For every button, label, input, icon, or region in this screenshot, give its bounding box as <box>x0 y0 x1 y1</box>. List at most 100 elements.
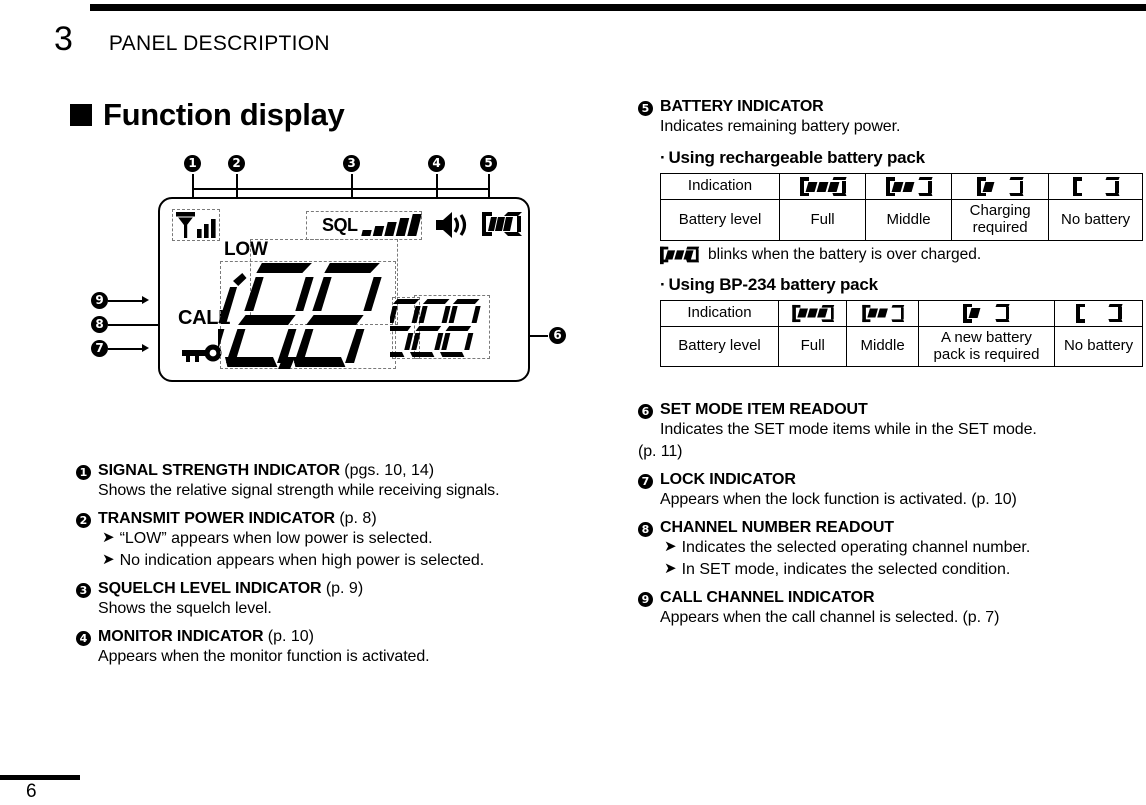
item-8-number: 8 <box>638 522 653 538</box>
item-8-bullet-1-text: Indicates the selected operating channel… <box>681 539 1031 557</box>
leader-arrow-9 <box>142 295 149 304</box>
table-1-heading-label: Using rechargeable battery pack <box>668 148 925 168</box>
table-row: Battery level Full Middle Charging requi… <box>659 199 1143 241</box>
item-2-heading: 2 TRANSMIT POWER INDICATOR (p. 8) <box>76 510 616 529</box>
item-8-bullet-2: ➤ In SET mode, indicates the selected co… <box>664 559 1143 580</box>
item-3-heading: 3 SQUELCH LEVEL INDICATOR (p. 9) <box>76 580 616 598</box>
callout-2: 2 <box>228 155 245 172</box>
battery-note: blinks when the battery is over charged. <box>660 246 1143 265</box>
item-1-page: (pgs. 10, 14) <box>344 462 435 479</box>
item-4-title: MONITOR INDICATOR <box>98 628 264 646</box>
item-9-number: 9 <box>638 591 653 607</box>
left-item-list: 1 SIGNAL STRENGTH INDICATOR (pgs. 10, 14… <box>76 462 616 667</box>
battery-glyph-1cell <box>977 177 1024 197</box>
battery-glyph-2cell <box>861 304 904 322</box>
item-8-title: CHANNEL NUMBER READOUT <box>660 519 894 537</box>
left-column: 1 2 3 4 5 6 7 8 9 LOW SQL CALL 1 SIGNAL … <box>76 155 616 676</box>
table-2-level-newpack: A new battery pack is required <box>917 325 1056 368</box>
item-1-heading: 1 SIGNAL STRENGTH INDICATOR (pgs. 10, 14… <box>76 462 616 480</box>
table-2-indication-full <box>777 299 848 327</box>
table-2-heading-label: Using BP-234 battery pack <box>668 274 878 294</box>
item-6: 6 SET MODE ITEM READOUT Indicates the SE… <box>638 401 1143 462</box>
battery-table-bp234: Indication Battery level Full Middle A n… <box>660 299 1143 368</box>
squelch-level-icon: SQL <box>308 212 422 239</box>
item-5-desc: Indicates remaining battery power. <box>660 118 901 135</box>
item-4-number: 4 <box>76 631 91 647</box>
callout-8: 8 <box>91 316 108 333</box>
item-4-heading: 4 MONITOR INDICATOR (p. 10) <box>76 628 616 647</box>
battery-glyph-2cell <box>885 177 933 197</box>
table-1-level-full: Full <box>779 199 867 241</box>
item-9-desc: Appears when the call channel is selecte… <box>660 608 1000 626</box>
item-2-bullet-2: ➤ No indication appears when high power … <box>102 550 616 571</box>
footer-rule <box>0 775 80 780</box>
table-1-row-label-level: Battery level <box>659 199 781 241</box>
item-8-bullet-2-text: In SET mode, indicates the selected cond… <box>681 560 1011 578</box>
table-2-level-none: No battery <box>1054 325 1143 368</box>
page-number: 6 <box>26 781 37 802</box>
item-9: 9 CALL CHANNEL INDICATOR Appears when th… <box>638 589 1143 628</box>
table-2-row-label-indication: Indication <box>660 299 779 327</box>
item-5-heading: 5 BATTERY INDICATOR <box>638 98 1143 116</box>
table-1-level-none: No battery <box>1048 199 1143 241</box>
item-7-number: 7 <box>638 473 653 489</box>
battery-glyph-3cell <box>799 177 847 197</box>
chapter-header: 3 PANEL DESCRIPTION <box>54 20 330 59</box>
callout-5: 5 <box>480 155 497 172</box>
right-item-list: 6 SET MODE ITEM READOUT Indicates the SE… <box>638 401 1143 628</box>
signal-strength-icon <box>176 212 220 244</box>
sql-label: SQL <box>322 215 358 235</box>
table-row: Battery level Full Middle A new battery … <box>660 325 1143 368</box>
chapter-number: 3 <box>54 20 73 58</box>
battery-indicator-icon <box>482 212 524 241</box>
item-6-desc: Indicates the SET mode items while in th… <box>660 421 1037 439</box>
item-9-title: CALL CHANNEL INDICATOR <box>660 588 875 606</box>
section-heading: Function display <box>70 97 345 133</box>
item-7: 7 LOCK INDICATOR Appears when the lock f… <box>638 471 1143 510</box>
item-3-desc: Shows the squelch level. <box>98 599 272 617</box>
item-3-title: SQUELCH LEVEL INDICATOR <box>98 579 322 597</box>
monitor-speaker-icon <box>436 211 472 244</box>
item-2-page: (p. 8) <box>339 510 377 528</box>
battery-glyph-note <box>660 247 700 265</box>
table-2-indication-middle <box>846 299 919 327</box>
item-6-heading: 6 SET MODE ITEM READOUT <box>638 401 1143 420</box>
table-row: Indication <box>659 173 1143 201</box>
item-7-title: LOCK INDICATOR <box>660 470 796 488</box>
item-6-desc2: (p. 11) <box>638 442 683 460</box>
item-4-desc: Appears when the monitor function is act… <box>98 648 430 666</box>
item-1: 1 SIGNAL STRENGTH INDICATOR (pgs. 10, 14… <box>76 462 616 501</box>
table-2-indication-empty <box>1054 299 1143 327</box>
table-1-level-middle: Middle <box>865 199 953 241</box>
table-1-row-label-indication: Indication <box>659 173 781 201</box>
leader-line-7 <box>108 348 144 350</box>
table-1-indication-empty <box>1048 173 1143 201</box>
item-6-number: 6 <box>638 404 653 420</box>
item-2-bullet-2-text: No indication appears when high power is… <box>119 551 485 569</box>
callout-9: 9 <box>91 292 108 309</box>
callout-6: 6 <box>549 327 566 344</box>
table-row: Indication <box>660 299 1143 327</box>
arrow-right-icon: ➤ <box>102 549 115 568</box>
table-2-heading: · Using BP-234 battery pack <box>660 275 1143 295</box>
chapter-title: PANEL DESCRIPTION <box>108 32 330 55</box>
leader-bus-top <box>192 188 488 190</box>
callout-1: 1 <box>184 155 201 172</box>
callout-7: 7 <box>91 340 108 357</box>
function-display-figure: 1 2 3 4 5 6 7 8 9 LOW SQL CALL <box>76 155 616 425</box>
section-heading-label: Function display <box>103 97 345 132</box>
item-6-title: SET MODE ITEM READOUT <box>660 401 868 419</box>
leader-arrow-7 <box>142 343 149 352</box>
main-readout <box>205 237 400 371</box>
table-1-indication-middle <box>865 173 953 201</box>
arrow-right-icon: ➤ <box>664 558 677 577</box>
dot-bullet-icon: · <box>660 274 666 294</box>
item-2-title: TRANSMIT POWER INDICATOR <box>98 510 335 528</box>
arrow-right-icon: ➤ <box>664 537 677 556</box>
item-1-title: SIGNAL STRENGTH INDICATOR <box>98 462 340 479</box>
item-7-heading: 7 LOCK INDICATOR <box>638 471 1143 489</box>
item-3-number: 3 <box>76 582 91 598</box>
header-rule <box>90 4 1146 11</box>
table-1-indication-low <box>951 173 1050 201</box>
item-1-number: 1 <box>76 465 91 480</box>
